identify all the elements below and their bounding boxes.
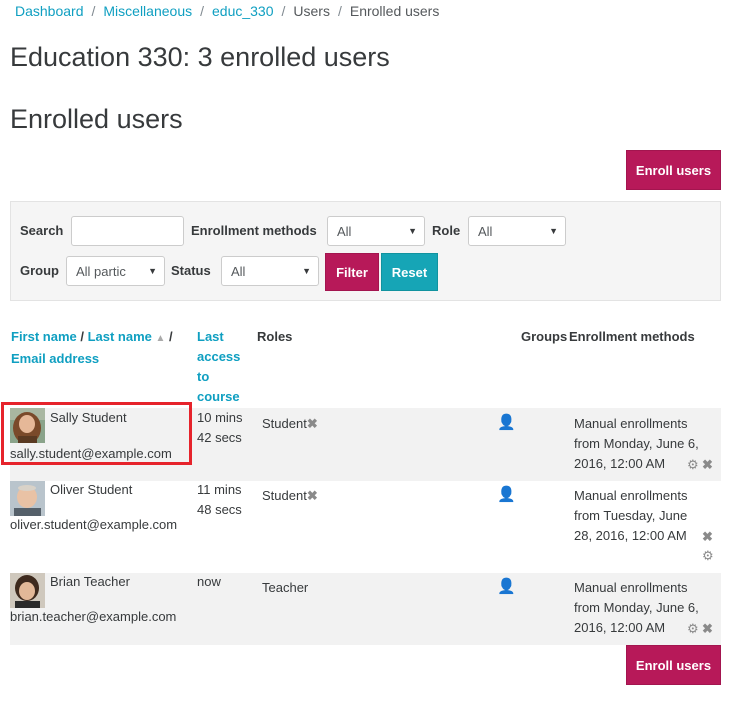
gear-icon[interactable]: ⚙ xyxy=(702,546,714,566)
breadcrumb-miscellaneous[interactable]: Miscellaneous xyxy=(103,3,192,19)
status-select[interactable]: All ▼ xyxy=(221,256,319,286)
role-cell: Student✖ xyxy=(262,414,318,434)
user-name: Oliver Student xyxy=(50,482,133,497)
user-name: Brian Teacher xyxy=(50,574,130,589)
breadcrumb-separator: / xyxy=(91,3,96,19)
group-value: All partic xyxy=(76,263,126,279)
role-cell: Teacher xyxy=(262,578,308,598)
unenroll-icon[interactable]: ✖ xyxy=(702,455,713,475)
name-separator: / xyxy=(165,329,173,344)
filter-panel: Search Enrollment methods All ▼ Role All… xyxy=(10,201,721,301)
group-select[interactable]: All partic ▼ xyxy=(66,256,165,286)
filter-button[interactable]: Filter xyxy=(325,253,379,291)
enrollment-line: from Monday, June 6, xyxy=(574,436,699,451)
breadcrumb-course[interactable]: educ_330 xyxy=(212,3,274,19)
sort-asc-icon: ▲ xyxy=(155,333,166,344)
sort-email-link[interactable]: Email address xyxy=(11,351,99,366)
role-cell: Student✖ xyxy=(262,486,318,506)
status-label: Status xyxy=(171,263,211,278)
breadcrumb-dashboard[interactable]: Dashboard xyxy=(15,3,84,19)
role-label: Role xyxy=(432,223,461,238)
enrollment-line: 2016, 12:00 AM xyxy=(574,620,666,635)
enrollment-line: Manual enrollments xyxy=(574,416,688,431)
breadcrumb-separator: / xyxy=(200,3,204,19)
enrollment-method: Manual enrollments from Tuesday, June 28… xyxy=(574,486,687,546)
user-email: brian.teacher@example.com xyxy=(10,609,177,624)
last-access: 10 mins 42 secs xyxy=(197,408,243,448)
enroll-users-button-top[interactable]: Enroll users xyxy=(626,150,721,190)
gear-icon[interactable]: ⚙ xyxy=(687,619,699,639)
last-access: now xyxy=(197,572,221,592)
status-value: All xyxy=(231,263,246,279)
enrollment-methods-value: All xyxy=(337,223,352,239)
chevron-down-icon: ▼ xyxy=(408,226,417,236)
enrollment-method: Manual enrollments from Monday, June 6, … xyxy=(574,414,699,474)
enrollment-line: from Tuesday, June xyxy=(574,508,688,523)
add-group-icon[interactable]: 👤 xyxy=(497,413,516,433)
unenroll-icon[interactable]: ✖ xyxy=(702,619,713,639)
enrollment-methods-column-header: Enrollment methods xyxy=(569,329,695,344)
last-access-value: 11 mins xyxy=(197,482,242,497)
last-access-line: course xyxy=(197,389,240,404)
breadcrumb-enrolled-users: Enrolled users xyxy=(349,3,440,19)
last-access-line: to xyxy=(197,369,210,384)
roles-column-header: Roles xyxy=(257,329,293,344)
remove-role-icon[interactable]: ✖ xyxy=(307,488,318,503)
enrollment-line: Manual enrollments xyxy=(574,488,688,503)
name-separator: / xyxy=(76,329,88,344)
search-label: Search xyxy=(20,223,64,238)
enroll-users-button-bottom[interactable]: Enroll users xyxy=(626,645,721,685)
group-label: Group xyxy=(20,263,59,278)
enrollment-line: 28, 2016, 12:00 AM xyxy=(574,528,687,543)
breadcrumb-separator: / xyxy=(281,3,286,19)
role-select[interactable]: All ▼ xyxy=(468,216,566,246)
role-value: All xyxy=(478,223,493,239)
sort-first-name-link[interactable]: First name xyxy=(11,329,77,344)
last-access: 11 mins 48 secs xyxy=(197,480,242,520)
breadcrumb-separator: / xyxy=(337,3,342,19)
chevron-down-icon: ▼ xyxy=(549,226,558,236)
avatar[interactable] xyxy=(10,481,45,516)
last-access-value: 48 secs xyxy=(197,502,242,517)
add-group-icon[interactable]: 👤 xyxy=(497,485,516,505)
role-name: Student xyxy=(262,488,307,503)
avatar[interactable] xyxy=(10,573,45,608)
name-column-header: First name / Last name ▲ / Email address xyxy=(11,327,191,369)
breadcrumb-users: Users xyxy=(293,3,330,19)
remove-role-icon[interactable]: ✖ xyxy=(307,416,318,431)
user-email: oliver.student@example.com xyxy=(10,517,178,532)
page-title: Education 330: 3 enrolled users xyxy=(10,42,390,72)
last-access-line: access xyxy=(197,349,241,364)
add-group-icon[interactable]: 👤 xyxy=(497,577,516,597)
section-title: Enrolled users xyxy=(10,104,183,134)
chevron-down-icon: ▼ xyxy=(148,266,157,276)
enrollment-line: from Monday, June 6, xyxy=(574,600,699,615)
enrollment-methods-select[interactable]: All ▼ xyxy=(327,216,425,246)
enrollment-method: Manual enrollments from Monday, June 6, … xyxy=(574,578,699,638)
chevron-down-icon: ▼ xyxy=(302,266,311,276)
highlight-box xyxy=(1,402,192,465)
gear-icon[interactable]: ⚙ xyxy=(687,455,699,475)
reset-button[interactable]: Reset xyxy=(381,253,438,291)
last-access-value: 42 secs xyxy=(197,430,242,445)
groups-column-header: Groups xyxy=(521,329,568,344)
search-input[interactable] xyxy=(71,216,184,246)
sort-last-name-link[interactable]: Last name xyxy=(88,329,152,344)
last-access-value: now xyxy=(197,574,221,589)
role-name: Teacher xyxy=(262,580,309,595)
breadcrumb: Dashboard / Miscellaneous / educ_330 / U… xyxy=(15,3,439,19)
enrollment-methods-label: Enrollment methods xyxy=(191,223,317,238)
last-access-value: 10 mins xyxy=(197,410,243,425)
enrollment-line: Manual enrollments xyxy=(574,580,688,595)
last-access-line: Last xyxy=(197,329,224,344)
enrollment-line: 2016, 12:00 AM xyxy=(574,456,666,471)
sort-last-access-link[interactable]: Last access to course xyxy=(197,327,240,407)
unenroll-icon[interactable]: ✖ xyxy=(702,527,713,547)
role-name: Student xyxy=(262,416,307,431)
